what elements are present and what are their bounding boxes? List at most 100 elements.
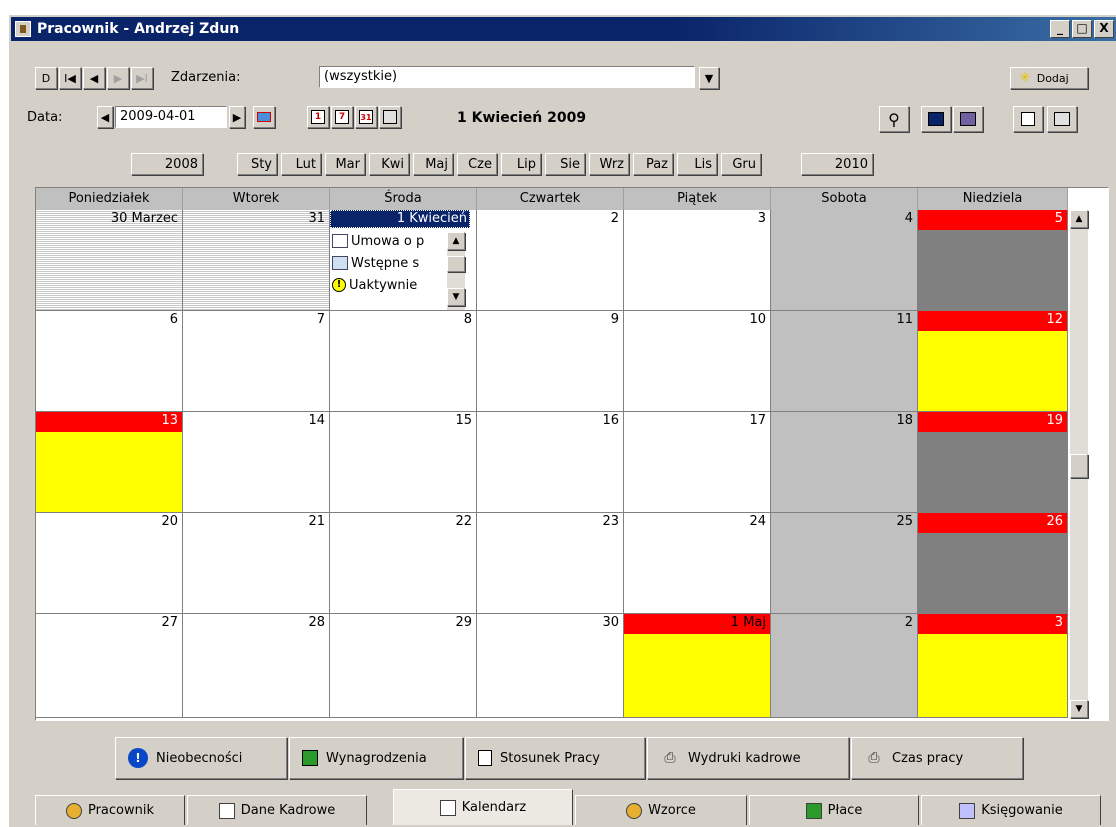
month-view-icon[interactable]: 31 <box>355 106 377 128</box>
day-cell[interactable]: 17 <box>624 412 771 513</box>
add-button[interactable]: ✳ Dodaj <box>1010 67 1088 89</box>
grid-icon[interactable] <box>921 106 951 132</box>
day-cell[interactable]: 22 <box>330 513 477 614</box>
properties-icon[interactable] <box>1047 106 1077 132</box>
month-cze[interactable]: Cze <box>457 153 497 175</box>
day-cell[interactable]: 20 <box>36 513 183 614</box>
day-cell-sunday[interactable]: 19 <box>918 412 1068 513</box>
day-cell[interactable]: 8 <box>330 311 477 412</box>
date-prev-button[interactable]: ◀ <box>97 106 113 128</box>
day-cell-saturday[interactable]: 25 <box>771 513 918 614</box>
first-button[interactable]: I◀ <box>59 67 81 89</box>
day-cell[interactable]: 29 <box>330 614 477 718</box>
day-cell[interactable]: 10 <box>624 311 771 412</box>
day-cell[interactable]: 30 Marzec <box>36 210 183 311</box>
day-cell-selected[interactable]: 1 Kwiecień Umowa o p Wstępne s ! Uaktywni… <box>330 210 477 311</box>
day-cell[interactable]: 23 <box>477 513 624 614</box>
day-cell[interactable]: 28 <box>183 614 330 718</box>
month-lut[interactable]: Lut <box>281 153 321 175</box>
scroll-down-icon[interactable]: ▼ <box>1070 700 1088 718</box>
month-maj[interactable]: Maj <box>413 153 453 175</box>
search-icon[interactable]: ⚲ <box>879 106 909 132</box>
day-cell[interactable]: 16 <box>477 412 624 513</box>
month-wrz[interactable]: Wrz <box>589 153 629 175</box>
hr-prints-button[interactable]: ⎙ Wydruki kadrowe <box>647 737 849 779</box>
day-cell-holiday[interactable]: 1 Maj <box>624 614 771 718</box>
print-calendar-icon[interactable] <box>1013 106 1043 132</box>
day-cell-holiday[interactable]: 13 <box>36 412 183 513</box>
day-cell[interactable]: 9 <box>477 311 624 412</box>
date-field[interactable]: 2009-04-01 <box>115 106 227 128</box>
tab-templates[interactable]: Wzorce <box>575 795 747 825</box>
day-cell[interactable]: 27 <box>36 614 183 718</box>
month-mar[interactable]: Mar <box>325 153 365 175</box>
scroll-up-icon[interactable]: ▲ <box>447 232 465 250</box>
day-cell-sunday[interactable]: 26 <box>918 513 1068 614</box>
month-gru[interactable]: Gru <box>721 153 761 175</box>
day-cell-sunday[interactable]: 5 <box>918 210 1068 311</box>
calendar-scrollbar[interactable]: ▲ ▼ <box>1070 210 1088 718</box>
salaries-button[interactable]: Wynagrodzenia <box>289 737 463 779</box>
previous-button[interactable]: ◀ <box>83 67 105 89</box>
employment-button[interactable]: Stosunek Pracy <box>465 737 645 779</box>
scroll-down-icon[interactable]: ▼ <box>447 288 465 306</box>
day-cell-saturday[interactable]: 11 <box>771 311 918 412</box>
event-item[interactable]: Wstępne s <box>332 254 419 272</box>
employment-label: Stosunek Pracy <box>500 750 600 766</box>
schedule-icon[interactable] <box>953 106 983 132</box>
first-record-button[interactable]: D <box>35 67 57 89</box>
tab-hr-data[interactable]: Dane Kadrowe <box>187 795 367 825</box>
weekday-header: Środa <box>330 188 477 210</box>
day-cell-saturday[interactable]: 18 <box>771 412 918 513</box>
minimize-button[interactable]: _ <box>1050 20 1070 38</box>
scroll-thumb[interactable] <box>447 256 465 272</box>
day-cell[interactable]: 30 <box>477 614 624 718</box>
day-view-icon[interactable]: 1 <box>307 106 329 128</box>
day-cell[interactable]: 15 <box>330 412 477 513</box>
day-cell[interactable]: 2 <box>477 210 624 311</box>
event-item[interactable]: Umowa o p <box>332 232 424 250</box>
day-cell-holiday[interactable]: 12 <box>918 311 1068 412</box>
next-year-button[interactable]: 2010 <box>801 153 873 175</box>
tab-calendar[interactable]: Kalendarz <box>393 789 573 825</box>
day-number: 8 <box>463 312 472 327</box>
day-cell[interactable]: 14 <box>183 412 330 513</box>
month-sie[interactable]: Sie <box>545 153 585 175</box>
month-lis[interactable]: Lis <box>677 153 717 175</box>
month-kwi[interactable]: Kwi <box>369 153 409 175</box>
next-button[interactable]: ▶ <box>107 67 129 89</box>
list-view-icon[interactable] <box>379 106 401 128</box>
day-number: 5 <box>1054 211 1063 226</box>
day-cell-saturday[interactable]: 4 <box>771 210 918 311</box>
tab-payroll[interactable]: Płace <box>749 795 919 825</box>
day-cell[interactable]: 3 <box>624 210 771 311</box>
calendar-today-icon[interactable] <box>253 106 275 128</box>
events-scrollbar[interactable]: ▲ ▼ <box>447 232 465 310</box>
week-view-icon[interactable]: 7 <box>331 106 353 128</box>
tab-employee[interactable]: Pracownik <box>35 795 185 825</box>
day-cell[interactable]: 6 <box>36 311 183 412</box>
day-cell[interactable]: 31 <box>183 210 330 311</box>
day-cell-saturday[interactable]: 2 <box>771 614 918 718</box>
scroll-thumb[interactable] <box>1070 454 1088 478</box>
day-cell[interactable]: 7 <box>183 311 330 412</box>
last-button[interactable]: ▶I <box>131 67 153 89</box>
close-button[interactable]: X <box>1094 20 1114 38</box>
month-paz[interactable]: Paz <box>633 153 673 175</box>
day-cell[interactable]: 21 <box>183 513 330 614</box>
working-time-button[interactable]: ⎙ Czas pracy <box>851 737 1023 779</box>
month-sty[interactable]: Sty <box>237 153 277 175</box>
month-lip[interactable]: Lip <box>501 153 541 175</box>
absences-button[interactable]: ! Nieobecności <box>115 737 287 779</box>
day-cell[interactable]: 24 <box>624 513 771 614</box>
event-item[interactable]: ! Uaktywnie <box>332 276 417 294</box>
date-next-button[interactable]: ▶ <box>229 106 245 128</box>
maximize-button[interactable]: □ <box>1072 20 1092 38</box>
scroll-up-icon[interactable]: ▲ <box>1070 210 1088 228</box>
events-select[interactable]: (wszystkie) <box>319 66 695 88</box>
prev-year-button[interactable]: 2008 <box>131 153 203 175</box>
day-number: 19 <box>1046 413 1063 428</box>
events-dropdown-icon[interactable]: ▼ <box>699 67 719 89</box>
tab-accounting[interactable]: Księgowanie <box>921 795 1101 825</box>
day-cell-holiday[interactable]: 3 <box>918 614 1068 718</box>
